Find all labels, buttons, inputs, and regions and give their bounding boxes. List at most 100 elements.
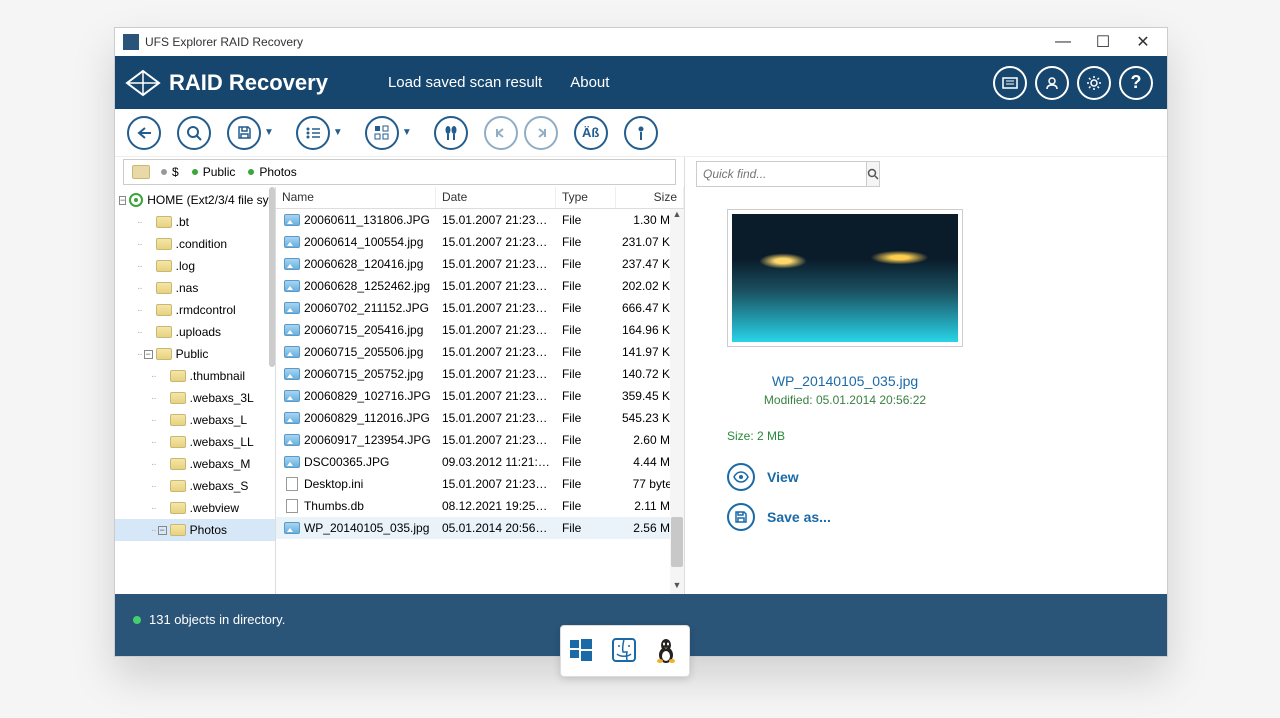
- view-button[interactable]: View: [727, 463, 799, 491]
- image-file-icon: [284, 522, 300, 534]
- save-dropdown-icon[interactable]: ▼: [264, 127, 274, 138]
- tree-item[interactable]: ··.webview: [115, 497, 275, 519]
- linux-icon[interactable]: [654, 637, 682, 665]
- table-row[interactable]: 20060917_123954.JPG15.01.2007 21:23:23Fi…: [276, 429, 684, 451]
- scroll-down-icon[interactable]: ▼: [671, 580, 683, 594]
- save-button[interactable]: [227, 116, 261, 150]
- tree-item[interactable]: ··.rmdcontrol: [115, 299, 275, 321]
- tree-item[interactable]: ··.webaxs_3L: [115, 387, 275, 409]
- file-type: File: [556, 499, 616, 513]
- table-row[interactable]: 20060715_205416.jpg15.01.2007 21:23:19Fi…: [276, 319, 684, 341]
- next-button[interactable]: [524, 116, 558, 150]
- mac-finder-icon[interactable]: [611, 637, 639, 665]
- folder-icon: [156, 348, 172, 360]
- prev-button[interactable]: [484, 116, 518, 150]
- col-size[interactable]: Size: [616, 187, 684, 208]
- menu-load-result[interactable]: Load saved scan result: [388, 74, 542, 91]
- folder-icon: [156, 282, 172, 294]
- tree-item[interactable]: ··.webaxs_S: [115, 475, 275, 497]
- image-file-icon: [284, 390, 300, 402]
- table-row[interactable]: 20060829_112016.JPG15.01.2007 21:23:20Fi…: [276, 407, 684, 429]
- file-date: 15.01.2007 21:23:19: [436, 323, 556, 337]
- maximize-button[interactable]: ☐: [1083, 32, 1123, 52]
- table-row[interactable]: 20060702_211152.JPG15.01.2007 21:23:19Fi…: [276, 297, 684, 319]
- tree-guide: ··: [151, 415, 156, 426]
- back-button[interactable]: [127, 116, 161, 150]
- col-type[interactable]: Type: [556, 187, 616, 208]
- col-name[interactable]: Name: [276, 187, 436, 208]
- file-name: 20060715_205752.jpg: [304, 367, 423, 381]
- file-date: 15.01.2007 21:23:19: [436, 301, 556, 315]
- tree-item[interactable]: ··.nas: [115, 277, 275, 299]
- file-type: File: [556, 323, 616, 337]
- tree-item[interactable]: ··.webaxs_L: [115, 409, 275, 431]
- file-name: Thumbs.db: [304, 499, 364, 513]
- collapse-icon[interactable]: −: [144, 350, 153, 359]
- select-dropdown-icon[interactable]: ▼: [402, 127, 412, 138]
- view-label: View: [767, 469, 799, 485]
- search-button[interactable]: [177, 116, 211, 150]
- tree-item[interactable]: ··.log: [115, 255, 275, 277]
- view-dropdown-icon[interactable]: ▼: [333, 127, 343, 138]
- folder-icon: [156, 304, 172, 316]
- image-file-icon: [284, 456, 300, 468]
- windows-icon[interactable]: [568, 637, 596, 665]
- image-file-icon: [284, 258, 300, 270]
- list-view-button[interactable]: [296, 116, 330, 150]
- table-row[interactable]: 20060628_120416.jpg15.01.2007 21:23:02Fi…: [276, 253, 684, 275]
- table-row[interactable]: 20060614_100554.jpg15.01.2007 21:23:04Fi…: [276, 231, 684, 253]
- table-row[interactable]: Desktop.ini15.01.2007 21:23:23File77 byt…: [276, 473, 684, 495]
- toolbar: ▼ ▼ ▼ Äß: [115, 109, 1167, 157]
- tree-item[interactable]: ··.bt: [115, 211, 275, 233]
- find-button[interactable]: [434, 116, 468, 150]
- select-all-button[interactable]: [365, 116, 399, 150]
- breadcrumb[interactable]: $ Public Photos: [123, 159, 676, 185]
- tree-item[interactable]: ··.webaxs_LL: [115, 431, 275, 453]
- col-date[interactable]: Date: [436, 187, 556, 208]
- table-row[interactable]: 20060715_205752.jpg15.01.2007 21:23:19Fi…: [276, 363, 684, 385]
- tree-root[interactable]: − HOME (Ext2/3/4 file system): [115, 189, 275, 211]
- tree-item[interactable]: ··.thumbnail: [115, 365, 275, 387]
- tree-scrollbar[interactable]: [269, 187, 275, 367]
- tree-item[interactable]: ··.condition: [115, 233, 275, 255]
- person-button[interactable]: [624, 116, 658, 150]
- tree-guide: ··: [151, 393, 156, 404]
- file-name: 20060614_100554.jpg: [304, 235, 423, 249]
- generic-file-icon: [286, 477, 298, 491]
- header-settings-icon[interactable]: [1077, 66, 1111, 100]
- list-header: Name Date Type Size: [276, 187, 684, 209]
- tree-item[interactable]: ··−Photos: [115, 519, 275, 541]
- text-size-button[interactable]: Äß: [574, 116, 608, 150]
- tree-item[interactable]: ··.uploads: [115, 321, 275, 343]
- folder-tree[interactable]: − HOME (Ext2/3/4 file system) ··.bt··.co…: [115, 187, 276, 594]
- file-date: 15.01.2007 21:23:23: [436, 433, 556, 447]
- tree-guide: ··: [151, 525, 156, 536]
- tree-item[interactable]: ··.webaxs_M: [115, 453, 275, 475]
- table-row[interactable]: WP_20140105_035.jpg05.01.2014 20:56:22Fi…: [276, 517, 684, 539]
- table-row[interactable]: DSC00365.JPG09.03.2012 11:21:24File4.44 …: [276, 451, 684, 473]
- header-user-icon[interactable]: [1035, 66, 1069, 100]
- scroll-thumb[interactable]: [671, 517, 683, 567]
- quickfind-input[interactable]: [696, 161, 867, 187]
- scroll-up-icon[interactable]: ▲: [671, 209, 683, 223]
- list-scrollbar[interactable]: ▲ ▼: [670, 209, 684, 594]
- save-as-button[interactable]: Save as...: [727, 503, 831, 531]
- table-row[interactable]: Thumbs.db08.12.2021 19:25:54File2.11 MB: [276, 495, 684, 517]
- close-button[interactable]: ✕: [1123, 32, 1163, 52]
- file-type: File: [556, 521, 616, 535]
- header-help-icon[interactable]: ?: [1119, 66, 1153, 100]
- preview-size: Size: 2 MB: [727, 429, 785, 443]
- image-file-icon: [284, 236, 300, 248]
- menu-about[interactable]: About: [570, 74, 609, 91]
- table-row[interactable]: 20060628_1252462.jpg15.01.2007 21:23:18F…: [276, 275, 684, 297]
- table-row[interactable]: 20060715_205506.jpg15.01.2007 21:23:19Fi…: [276, 341, 684, 363]
- table-row[interactable]: 20060829_102716.JPG15.01.2007 21:23:20Fi…: [276, 385, 684, 407]
- minimize-button[interactable]: —: [1043, 32, 1083, 52]
- table-row[interactable]: 20060611_131806.JPG15.01.2007 21:23:03Fi…: [276, 209, 684, 231]
- collapse-icon[interactable]: −: [119, 196, 126, 205]
- quickfind-button[interactable]: [867, 161, 880, 187]
- tree-item[interactable]: ··−Public: [115, 343, 275, 365]
- content-area: $ Public Photos − HOME (Ext2/3/4 file sy…: [115, 157, 1167, 594]
- header-news-icon[interactable]: [993, 66, 1027, 100]
- collapse-icon[interactable]: −: [158, 526, 167, 535]
